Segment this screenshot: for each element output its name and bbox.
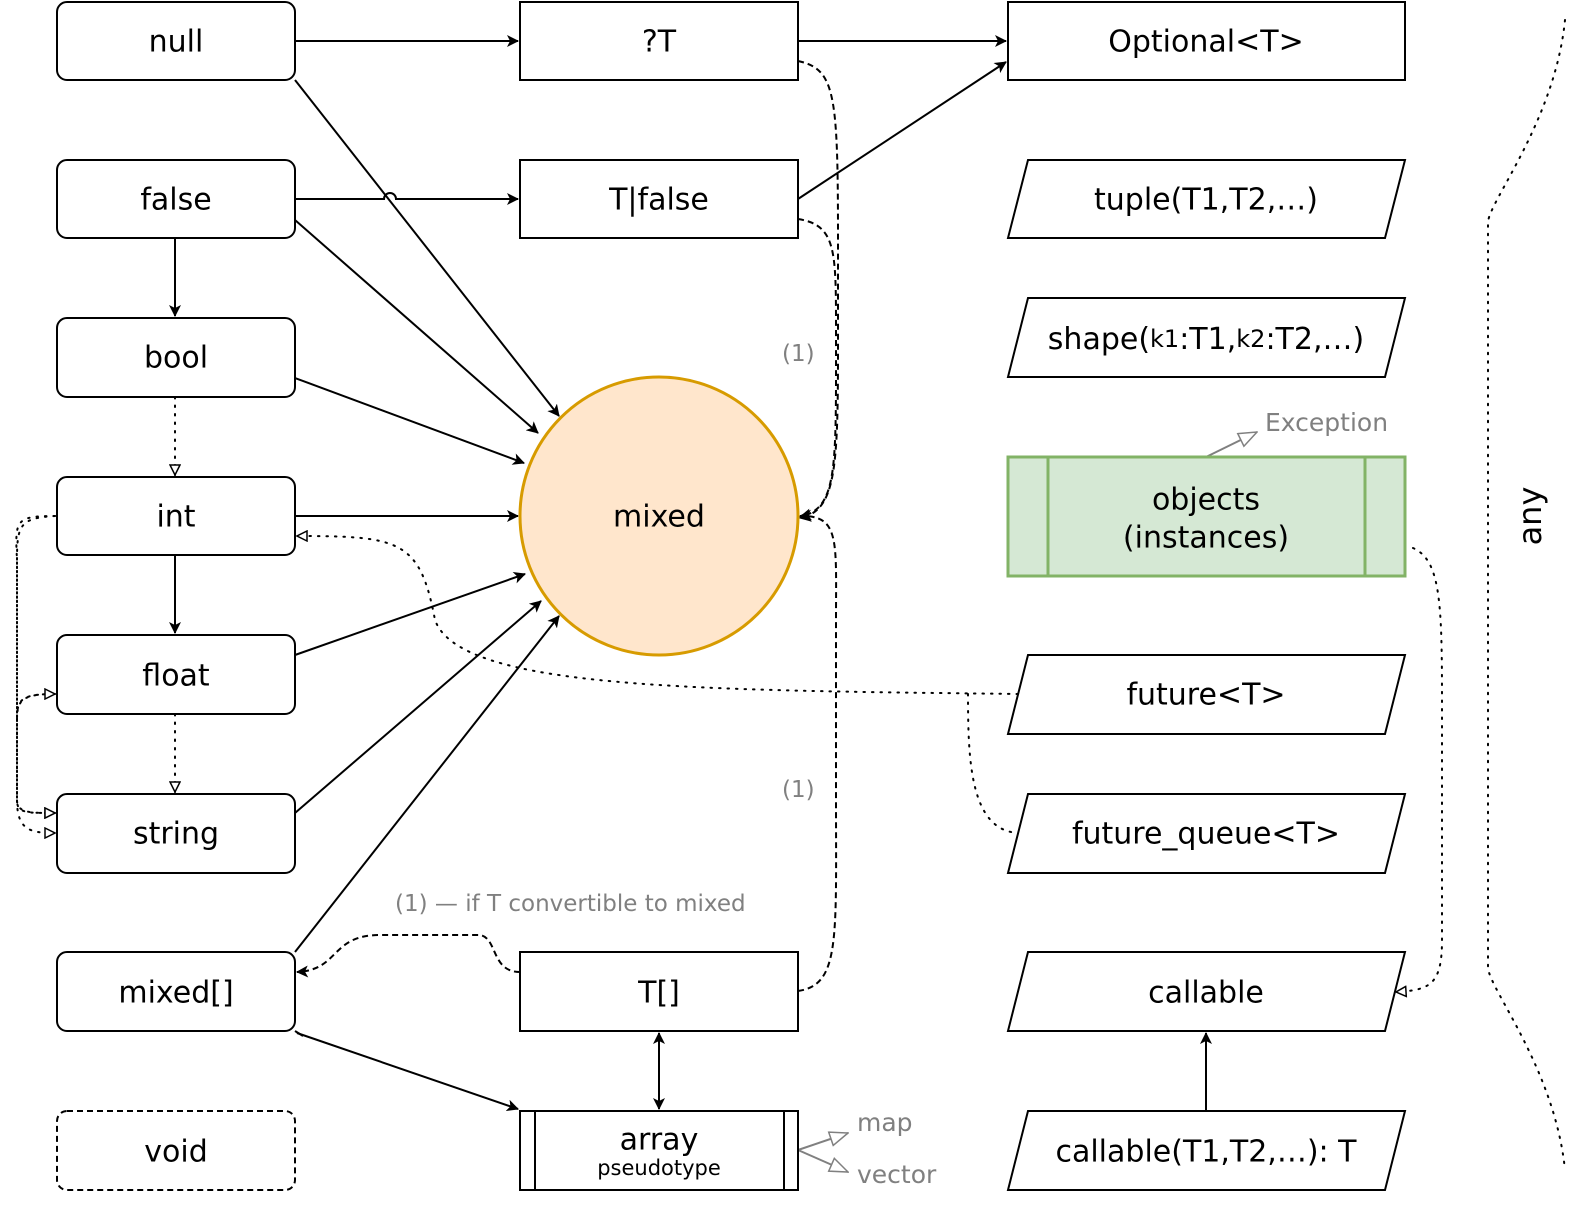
node-false[interactable]: false	[56, 159, 296, 239]
node-label: float	[142, 659, 210, 694]
edge-tarray-mixedarray	[296, 934, 521, 978]
edge-string-float	[16, 694, 55, 721]
note-condition: (1) — if T convertible to mixed	[395, 891, 746, 917]
node-label: mixed	[613, 500, 705, 535]
edge-string-int	[16, 515, 55, 813]
node-nullable[interactable]: ?T	[519, 1, 799, 81]
edge-futurequeue-link	[967, 693, 1019, 834]
node-float[interactable]: float	[56, 634, 296, 715]
note-1-top: (1)	[782, 341, 815, 367]
node-label: Optional<T>	[1108, 25, 1303, 60]
node-mixed[interactable]: mixed	[518, 375, 800, 657]
node-label: callable(T1,T2,…): T	[1055, 1135, 1357, 1170]
edge-tfalse-optional	[797, 61, 1007, 200]
node-label: T[]	[637, 976, 680, 1011]
edge-float-mixed	[294, 571, 526, 656]
edge-false-tfalse	[295, 192, 519, 205]
node-string[interactable]: string	[56, 793, 296, 874]
edge-float-string-left	[16, 693, 55, 813]
type-diagram: null false bool int float string mixed[]…	[15, 1, 1566, 1191]
edge-nullable-mixed	[797, 60, 840, 522]
node-void[interactable]: void	[56, 1110, 296, 1191]
edge-int-string	[15, 515, 55, 833]
node-tuple[interactable]: tuple(T1,T2,…)	[1006, 159, 1407, 239]
node-label: callable	[1148, 976, 1264, 1011]
node-label: array	[620, 1123, 699, 1158]
node-future[interactable]: future<T>	[1006, 654, 1407, 735]
node-shape[interactable]: shape(k1:T1,k2:T2,…)	[1006, 297, 1407, 378]
edge-objects-exception	[1205, 432, 1257, 458]
node-future-queue[interactable]: future_queue<T>	[1006, 793, 1407, 874]
edge-null-mixed	[294, 79, 560, 417]
node-objects[interactable]: objects (instances)	[1006, 455, 1407, 578]
node-label: future<T>	[1126, 678, 1285, 713]
any-brace	[1487, 19, 1566, 1171]
node-label: null	[149, 25, 204, 60]
node-label: mixed[]	[118, 976, 233, 1011]
node-label: int	[156, 500, 195, 535]
node-label: false	[140, 183, 211, 218]
edge-array-vector	[797, 1149, 848, 1173]
edge-tarray-mixed	[797, 509, 838, 992]
note-exception: Exception	[1265, 408, 1388, 437]
node-callable[interactable]: callable	[1006, 951, 1407, 1032]
node-label: bool	[144, 341, 208, 376]
node-label: void	[144, 1135, 208, 1170]
node-mixed-array[interactable]: mixed[]	[56, 951, 296, 1032]
node-label: T|false	[608, 183, 709, 218]
edge-tfalse-mixed	[797, 218, 838, 521]
node-null[interactable]: null	[56, 1, 296, 81]
edge-mixedarray-array-tail	[294, 1030, 304, 1037]
node-label: string	[133, 817, 219, 852]
edge-array-map	[797, 1133, 848, 1151]
note-map: map	[857, 1108, 913, 1137]
edge-objects-callable	[1396, 547, 1443, 992]
node-label: objects	[1152, 483, 1260, 518]
note-vector: vector	[857, 1160, 937, 1189]
node-label: shape(k1:T1,k2:T2,…)	[1048, 322, 1364, 357]
node-int[interactable]: int	[56, 476, 296, 556]
edge-string-mixed	[294, 600, 542, 814]
node-label: future_queue<T>	[1072, 817, 1340, 852]
node-sublabel: pseudotype	[597, 1156, 721, 1180]
node-t-array[interactable]: T[]	[519, 951, 799, 1032]
node-t-or-false[interactable]: T|false	[519, 159, 799, 239]
node-label: tuple(T1,T2,…)	[1094, 183, 1318, 218]
edge-false-mixed	[294, 219, 539, 434]
node-array[interactable]: array pseudotype	[519, 1110, 799, 1191]
note-1-bottom: (1)	[782, 777, 815, 803]
node-bool[interactable]: bool	[56, 317, 296, 398]
node-optional[interactable]: Optional<T>	[1007, 1, 1406, 81]
edge-mixedarray-array	[296, 1032, 519, 1112]
node-label: (instances)	[1123, 521, 1289, 556]
node-label: ?T	[642, 25, 677, 60]
label-any: any	[1511, 487, 1549, 546]
node-callable-signature[interactable]: callable(T1,T2,…): T	[1006, 1110, 1407, 1191]
